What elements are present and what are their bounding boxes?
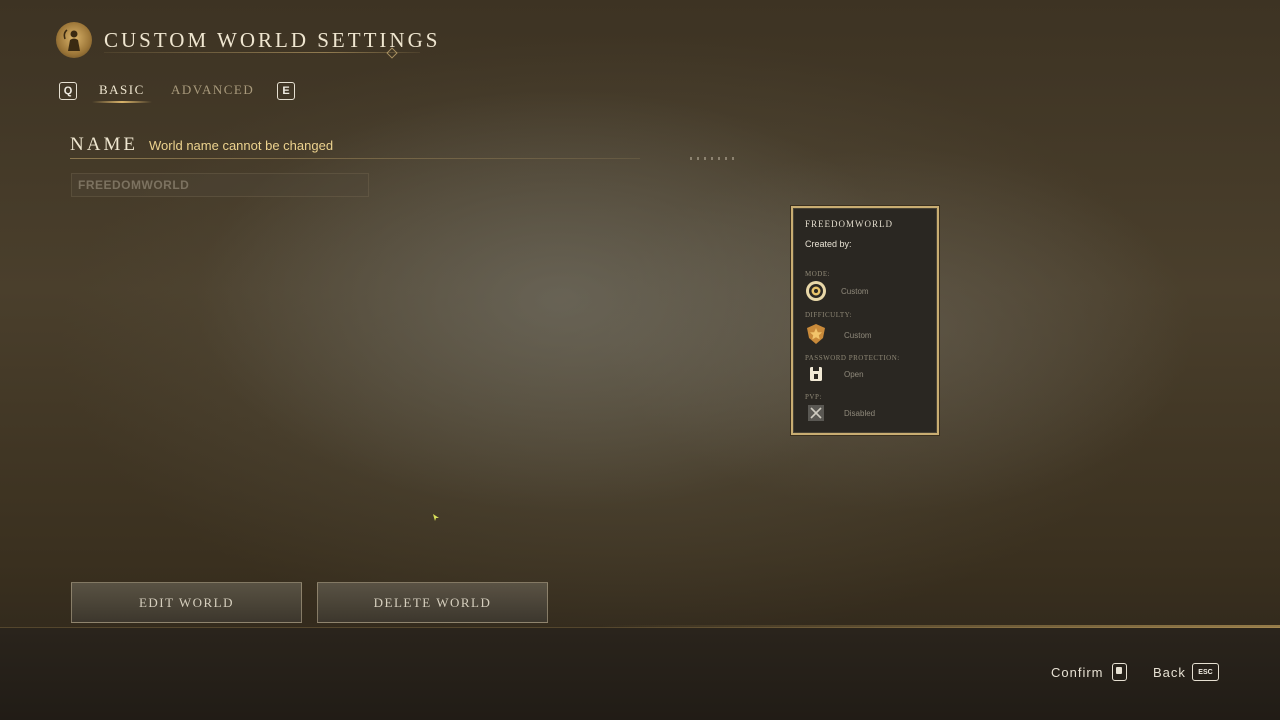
gear-icon [805,280,827,302]
esc-key-icon[interactable]: ESC [1192,663,1219,681]
name-locked-note: World name cannot be changed [149,138,334,153]
card-world-name: FREEDOMWORLD [805,219,893,229]
title-ornament [104,52,420,53]
game-logo-icon [56,22,92,58]
mouse-left-click-icon [1112,663,1127,681]
unlocked-icon [805,363,827,385]
card-mode-value: Custom [841,287,869,296]
star-shield-icon [805,323,827,345]
card-password-value: Open [844,370,864,379]
name-heading: NAME [70,134,138,155]
card-pvp-label: PVP: [805,393,822,401]
card-created-by: Created by: [805,239,852,249]
back-hint-label[interactable]: Back [1153,665,1186,680]
confirm-hint-label[interactable]: Confirm [1051,665,1104,680]
edit-world-button[interactable]: EDIT WORLD [71,582,302,623]
card-pvp-value: Disabled [844,409,876,418]
crossed-swords-icon [805,402,827,424]
card-password-label: PASSWORD PROTECTION: [805,354,900,362]
prev-tab-key[interactable]: Q [59,82,77,100]
active-tab-underline [92,101,152,103]
section-divider [70,158,640,159]
world-info-card: FREEDOMWORLD Created by: MODE: Custom DI… [791,206,939,435]
card-difficulty-value: Custom [844,331,872,340]
card-difficulty-label: DIFFICULTY: [805,311,852,319]
mouse-cursor-icon [433,514,439,521]
tab-basic[interactable]: BASIC [99,82,145,98]
world-name-field: FREEDOMWORLD [71,173,369,197]
tab-advanced[interactable]: ADVANCED [171,82,254,98]
delete-world-button[interactable]: DELETE WORLD [317,582,548,623]
divider-ornament [690,157,736,160]
next-tab-key[interactable]: E [277,82,295,100]
footer-glow [600,625,1280,628]
card-mode-label: MODE: [805,270,831,278]
